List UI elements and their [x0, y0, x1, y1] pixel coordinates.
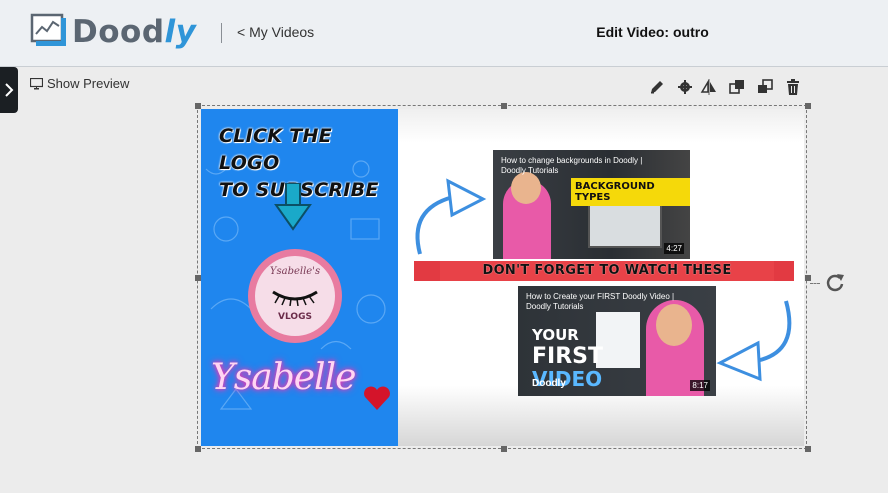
heart-icon	[364, 386, 390, 410]
show-preview-label: Show Preview	[47, 76, 130, 91]
element-toolbar	[648, 78, 808, 98]
page-title: Edit Video: outro	[596, 24, 709, 40]
doodly-mini-brand: Doodly	[532, 378, 566, 389]
logo-text-ly: ly	[164, 14, 197, 50]
video-duration-1: 4:27	[664, 243, 684, 254]
bring-forward-icon[interactable]	[728, 78, 748, 98]
resize-handle-top-right[interactable]	[805, 103, 811, 109]
top-bar: Doodly < My Videos Edit Video: outro	[0, 0, 888, 67]
badge-inner: Ysabelle's VLOGS	[255, 256, 335, 336]
overlay-first: FIRST	[532, 344, 604, 369]
resize-handle-top[interactable]	[501, 103, 507, 109]
resize-handle-bottom-left[interactable]	[195, 446, 201, 452]
eyelash-icon	[272, 290, 318, 306]
resize-handle-left[interactable]	[195, 275, 201, 281]
rotate-icon[interactable]	[824, 272, 846, 294]
screen-mockup	[588, 202, 662, 248]
logo-text: Doodly	[72, 13, 196, 51]
badge-top-text: Ysabelle's	[269, 266, 321, 277]
header-divider	[221, 23, 222, 43]
curved-arrow-bottom-icon	[716, 300, 792, 382]
send-backward-icon[interactable]	[756, 78, 776, 98]
show-preview-button[interactable]: Show Preview	[29, 76, 130, 91]
monitor-icon	[29, 77, 44, 90]
logo-text-doo: Dood	[72, 14, 165, 50]
video-duration-2: 8:17	[690, 380, 710, 391]
background-types-label: BACKGROUND TYPES	[571, 178, 690, 206]
watch-these-banner: DON'T FORGET TO WATCH THESE	[440, 261, 774, 281]
gear-icon[interactable]	[676, 78, 696, 98]
presenter-face	[511, 172, 541, 204]
scene-canvas[interactable]: CLICK THE LOGO TO SUBSCRIBE Ysabelle's V…	[201, 109, 804, 446]
chevron-right-icon	[5, 83, 14, 97]
subscribe-panel: CLICK THE LOGO TO SUBSCRIBE Ysabelle's V…	[201, 109, 398, 446]
flip-icon[interactable]	[700, 78, 720, 98]
video-title-1: How to change backgrounds in Doodly | Do…	[501, 156, 643, 175]
videos-panel: How to change backgrounds in Doodly | Do…	[398, 109, 804, 446]
my-videos-link[interactable]: < My Videos	[237, 24, 314, 40]
rotate-connector	[810, 283, 820, 284]
badge-bottom-text: VLOGS	[278, 312, 312, 322]
video-thumbnail-first-video[interactable]: How to Create your FIRST Doodly Video | …	[518, 286, 716, 396]
logo-mark-icon	[30, 13, 66, 46]
resize-handle-bottom[interactable]	[501, 446, 507, 452]
cta-line-1: CLICK THE LOGO	[219, 125, 332, 174]
resize-handle-right[interactable]	[805, 275, 811, 281]
sidebar-toggle[interactable]	[0, 67, 18, 113]
arrow-down-icon	[274, 183, 312, 231]
trash-icon[interactable]	[784, 78, 804, 98]
video-title-2: How to Create your FIRST Doodly Video | …	[526, 292, 675, 311]
resize-handle-bottom-right[interactable]	[805, 446, 811, 452]
vlog-logo-badge[interactable]: Ysabelle's VLOGS	[248, 249, 342, 343]
curved-arrow-top-icon	[415, 178, 487, 255]
pencil-icon[interactable]	[648, 78, 668, 98]
video-thumbnail-backgrounds[interactable]: How to change backgrounds in Doodly | Do…	[493, 150, 690, 259]
overlay-your: YOUR	[532, 326, 579, 344]
doodly-logo[interactable]: Doodly	[30, 12, 196, 54]
resize-handle-top-left[interactable]	[195, 103, 201, 109]
